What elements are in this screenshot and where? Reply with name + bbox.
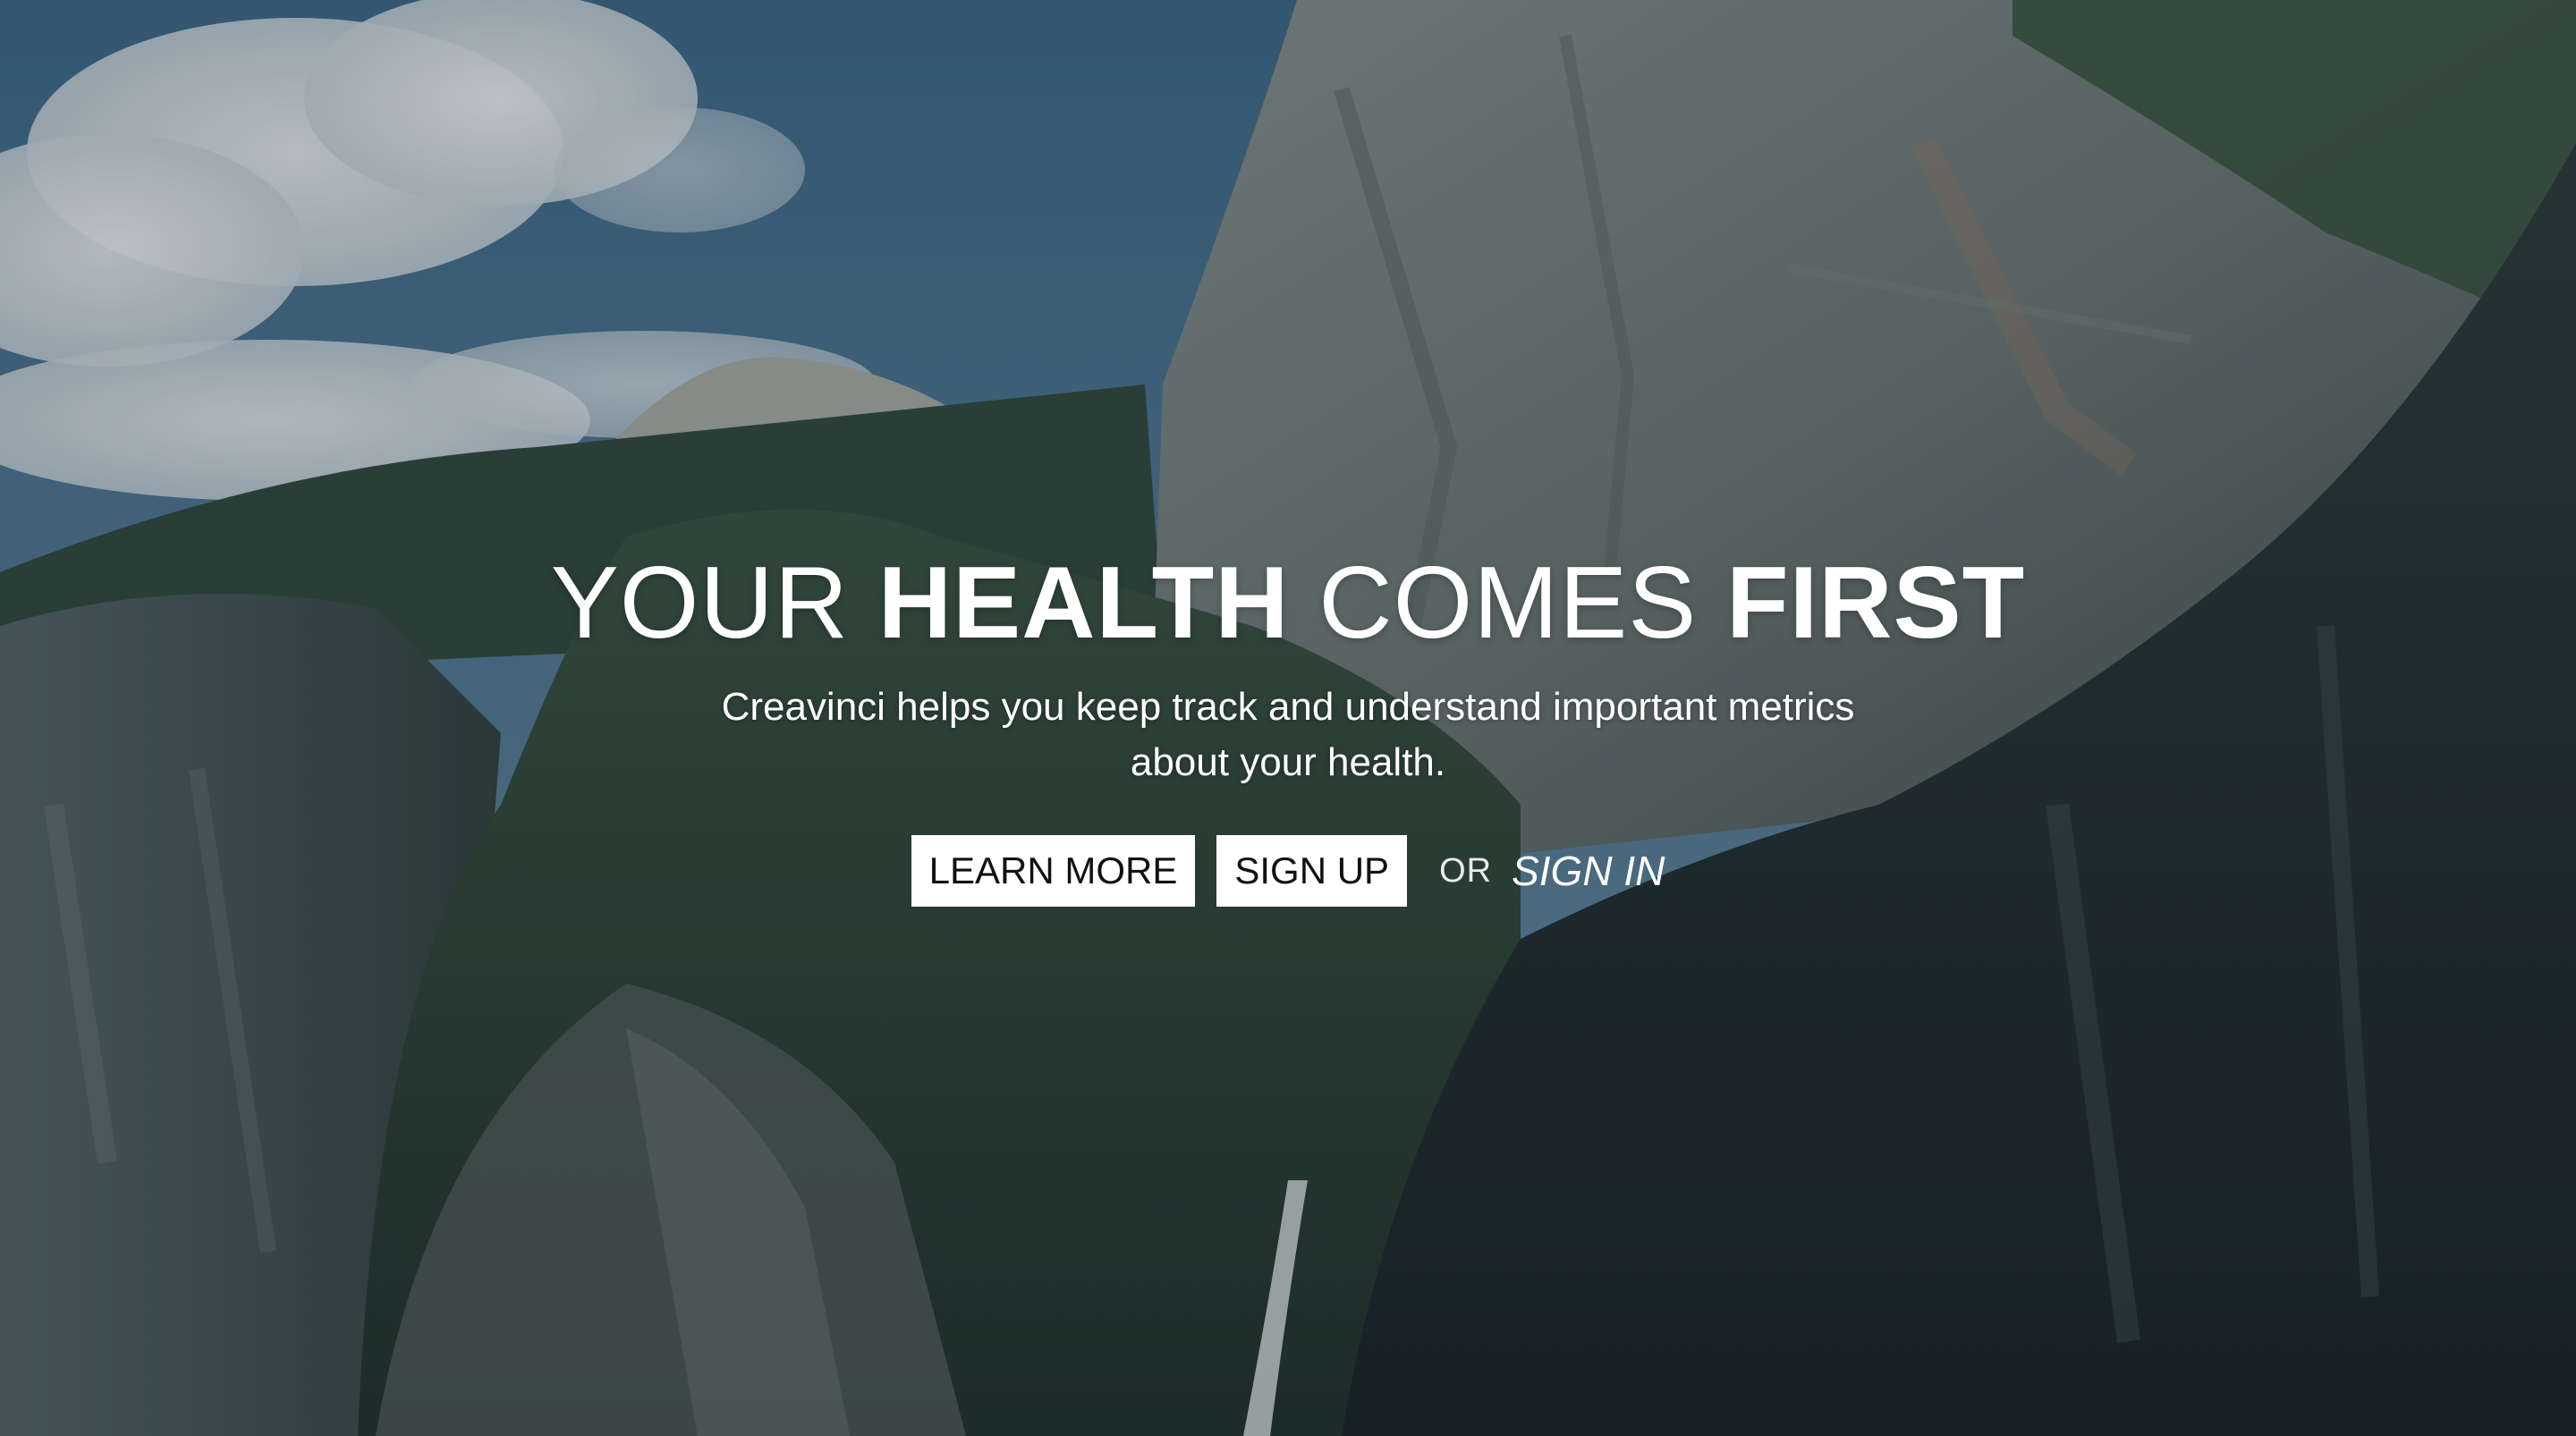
- sign-up-button[interactable]: SIGN UP: [1216, 835, 1408, 907]
- subtitle-line-1: Creavinci helps you keep track and under…: [721, 685, 1855, 729]
- headline-part-first: FIRST: [1725, 546, 2026, 660]
- hero-headline: YOUR HEALTH COMES FIRST: [0, 545, 2576, 662]
- hero-subtitle: Creavinci helps you keep track and under…: [653, 680, 1923, 790]
- headline-part-your: YOUR: [550, 546, 878, 660]
- hero-section: YOUR HEALTH COMES FIRST Creavinci helps …: [0, 0, 2576, 1436]
- headline-part-health: HEALTH: [877, 546, 1290, 660]
- or-separator: OR: [1439, 851, 1493, 890]
- hero-actions: LEARN MORE SIGN UP OR SIGN IN: [0, 835, 2576, 907]
- subtitle-line-2: about your health.: [1130, 740, 1446, 784]
- headline-part-comes: COMES: [1289, 546, 1726, 660]
- sign-in-link[interactable]: SIGN IN: [1512, 847, 1665, 895]
- hero-content: YOUR HEALTH COMES FIRST Creavinci helps …: [0, 545, 2576, 907]
- learn-more-button[interactable]: LEARN MORE: [911, 835, 1196, 907]
